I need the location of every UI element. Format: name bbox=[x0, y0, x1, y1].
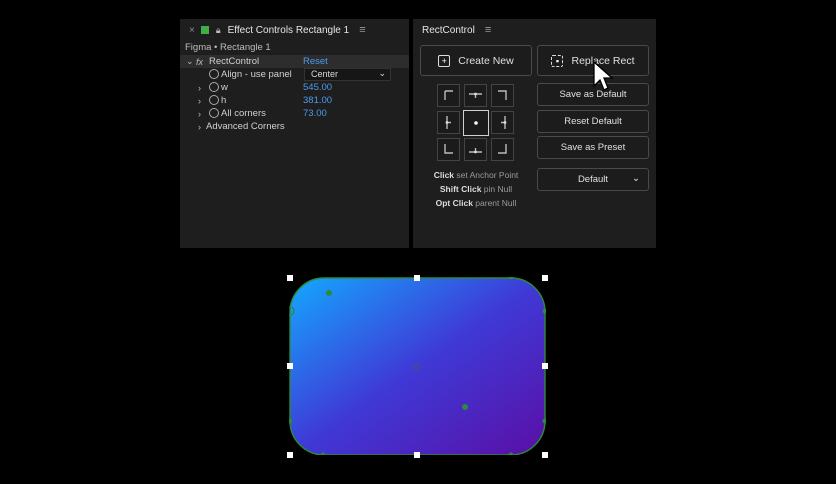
effect-controls-tab[interactable]: × 🔒︎ Effect Controls Rectangle 1 ≡ bbox=[180, 19, 409, 41]
handle-middle-left[interactable] bbox=[287, 363, 293, 369]
tab-title: Effect Controls Rectangle 1 bbox=[227, 24, 350, 36]
handle-top-center[interactable] bbox=[414, 275, 420, 281]
preset-select-value: Default bbox=[577, 174, 609, 185]
anchor-center[interactable] bbox=[463, 110, 489, 136]
stopwatch-icon[interactable] bbox=[209, 95, 219, 105]
property-label: Advanced Corners bbox=[206, 121, 285, 132]
anchor-middle-right[interactable] bbox=[491, 111, 514, 134]
rectangle-shape[interactable] bbox=[289, 277, 546, 455]
anchor-bottom-center[interactable] bbox=[464, 138, 487, 161]
chevron-down-icon: ⌄ bbox=[378, 68, 386, 78]
lock-icon[interactable]: 🔒︎ bbox=[216, 25, 221, 36]
handle-middle-right[interactable] bbox=[542, 363, 548, 369]
breadcrumb: Figma • Rectangle 1 bbox=[185, 42, 271, 53]
handle-top-left[interactable] bbox=[287, 275, 293, 281]
replace-rect-icon: ▪ bbox=[551, 54, 564, 67]
create-new-label: Create New bbox=[458, 54, 514, 67]
w-value[interactable]: 545.00 bbox=[303, 82, 332, 93]
property-row-w: › w 545.00 bbox=[180, 81, 409, 94]
reset-default-button[interactable]: Reset Default bbox=[537, 110, 649, 133]
anchor-bottom-left[interactable] bbox=[437, 138, 460, 161]
plus-icon: + bbox=[438, 54, 451, 67]
effect-name: RectControl bbox=[209, 56, 260, 67]
hint-opt-click: Opt Click parent Null bbox=[435, 198, 517, 208]
align-dropdown[interactable]: Center ⌄ bbox=[304, 68, 391, 81]
rounded-rectangle-layer[interactable] bbox=[289, 277, 546, 455]
stopwatch-icon[interactable] bbox=[209, 108, 219, 118]
property-label: All corners bbox=[221, 108, 266, 119]
property-row-h: › h 381.00 bbox=[180, 94, 409, 107]
effect-row-rectcontrol[interactable]: ⌄ fx RectControl Reset bbox=[180, 55, 409, 68]
chevron-right-icon[interactable]: › bbox=[198, 83, 201, 93]
h-value[interactable]: 381.00 bbox=[303, 95, 332, 106]
save-as-preset-button[interactable]: Save as Preset bbox=[537, 136, 649, 159]
handle-bottom-center[interactable] bbox=[414, 452, 420, 458]
tab-title: RectControl bbox=[422, 24, 475, 36]
chevron-down-icon: ⌄ bbox=[632, 173, 640, 184]
anchor-top-center[interactable] bbox=[464, 84, 487, 107]
stopwatch-icon[interactable] bbox=[209, 69, 219, 79]
rectcontrol-tab[interactable]: RectControl ≡ bbox=[413, 19, 656, 41]
effect-controls-panel: × 🔒︎ Effect Controls Rectangle 1 ≡ Figma… bbox=[180, 19, 409, 248]
anchor-top-left[interactable] bbox=[437, 84, 460, 107]
create-new-button[interactable]: + Create New bbox=[420, 45, 532, 76]
menu-icon[interactable]: ≡ bbox=[485, 24, 491, 36]
preset-select[interactable]: Default ⌄ bbox=[537, 168, 649, 191]
anchor-bottom-right[interactable] bbox=[491, 138, 514, 161]
property-group-advanced-corners[interactable]: › Advanced Corners bbox=[180, 120, 409, 133]
all-corners-value[interactable]: 73.00 bbox=[303, 108, 327, 119]
chevron-down-icon[interactable]: ⌄ bbox=[186, 56, 194, 67]
fx-icon[interactable]: fx bbox=[196, 57, 203, 67]
property-row-all-corners: › All corners 73.00 bbox=[180, 107, 409, 120]
handle-top-right[interactable] bbox=[542, 275, 548, 281]
menu-icon[interactable]: ≡ bbox=[359, 24, 365, 36]
align-dropdown-value: Center bbox=[311, 69, 339, 79]
chevron-right-icon[interactable]: › bbox=[198, 109, 201, 119]
handle-bottom-left[interactable] bbox=[287, 452, 293, 458]
anchor-top-right[interactable] bbox=[491, 84, 514, 107]
property-label: h bbox=[221, 95, 227, 106]
color-label-icon bbox=[200, 26, 209, 34]
handle-bottom-right[interactable] bbox=[542, 452, 548, 458]
anchor-middle-left[interactable] bbox=[437, 111, 460, 134]
reset-link[interactable]: Reset bbox=[303, 56, 328, 67]
hint-shift-click: Shift Click pin Null bbox=[439, 184, 513, 194]
chevron-right-icon[interactable]: › bbox=[198, 122, 201, 132]
property-label: w bbox=[221, 82, 228, 93]
stopwatch-icon[interactable] bbox=[209, 82, 219, 92]
hint-click: Click set Anchor Point bbox=[433, 170, 519, 180]
mouse-cursor-icon bbox=[593, 60, 614, 91]
chevron-right-icon[interactable]: › bbox=[198, 96, 201, 106]
property-label: Align - use panel bbox=[221, 69, 292, 80]
close-icon[interactable]: × bbox=[189, 25, 195, 36]
